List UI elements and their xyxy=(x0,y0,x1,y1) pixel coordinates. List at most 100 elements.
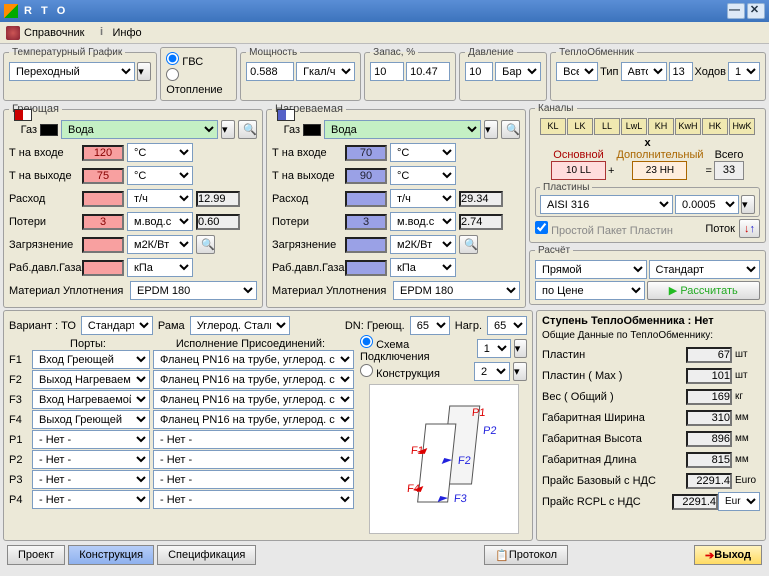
close-button[interactable]: ✕ xyxy=(747,3,765,19)
ch-KH[interactable]: KH xyxy=(648,118,674,135)
ch-HK[interactable]: HK xyxy=(702,118,728,135)
btn-protocol[interactable]: 📋 Протокол xyxy=(484,545,568,565)
menu-info[interactable]: i Инфо xyxy=(95,26,142,40)
exec-F3[interactable]: Фланец PN16 на трубе, углерод. с xyxy=(153,390,354,409)
hot-flow[interactable] xyxy=(82,191,124,207)
hot-tin[interactable] xyxy=(82,145,124,161)
cold-flow[interactable] xyxy=(345,191,387,207)
exec-P1[interactable]: - Нет - xyxy=(153,430,354,449)
hot-fluid-mag[interactable]: 🔍 xyxy=(238,120,257,139)
cold-loss-u[interactable]: м.вод.с xyxy=(390,212,456,231)
constr-dd[interactable]: ▾ xyxy=(513,362,527,381)
res-currency[interactable]: Euro xyxy=(718,492,760,511)
port-F2[interactable]: Выход Нагреваемой xyxy=(32,370,150,389)
reserve-out xyxy=(406,62,450,81)
heating-radio[interactable]: Отопление xyxy=(166,72,222,96)
cold-fluid-dd[interactable]: ▾ xyxy=(484,120,498,139)
exec-F1[interactable]: Фланец PN16 на трубе, углерод. с xyxy=(153,350,354,369)
temp-graph-select[interactable]: Переходный xyxy=(9,62,135,81)
calc-mode2[interactable]: Стандарт xyxy=(649,260,761,279)
ch-LL[interactable]: LL xyxy=(594,118,620,135)
port-P2[interactable]: - Нет - xyxy=(32,450,150,469)
cold-foul-mag[interactable]: 🔍 xyxy=(459,235,478,254)
cold-flow-u[interactable]: т/ч xyxy=(390,189,456,208)
var-dn1[interactable]: 65 xyxy=(410,316,450,335)
hot-fluid-dd[interactable]: ▾ xyxy=(221,120,235,139)
hot-loss[interactable] xyxy=(82,214,124,230)
hot-foul[interactable] xyxy=(82,237,124,253)
cold-tin[interactable] xyxy=(345,145,387,161)
temp-dd[interactable]: ▾ xyxy=(137,62,151,81)
calc-mode1[interactable]: Прямой xyxy=(535,260,647,279)
port-P3[interactable]: - Нет - xyxy=(32,470,150,489)
cold-fluid-mag[interactable]: 🔍 xyxy=(501,120,520,139)
exec-F2[interactable]: Фланец PN16 на трубе, углерод. с xyxy=(153,370,354,389)
cold-wp[interactable] xyxy=(345,260,387,276)
pressure-unit[interactable]: Бар xyxy=(495,62,541,81)
menu-ref[interactable]: Справочник xyxy=(6,26,85,40)
flow-button[interactable]: ↓↑ xyxy=(739,219,760,238)
plate-dd[interactable]: ▾ xyxy=(741,195,755,214)
ch-LK[interactable]: LK xyxy=(567,118,593,135)
power-value[interactable] xyxy=(246,62,294,81)
hot-foul-u[interactable]: м2К/Вт xyxy=(127,235,193,254)
radio-scheme[interactable]: Схема Подключения xyxy=(360,335,474,363)
plate-material[interactable]: AISI 316 xyxy=(540,195,673,214)
cold-tout-u[interactable]: °C xyxy=(390,166,456,185)
heat-all[interactable]: Все xyxy=(556,62,598,81)
port-F3[interactable]: Вход Нагреваемой xyxy=(32,390,150,409)
var-steel[interactable]: Углерод. Сталь xyxy=(190,316,290,335)
cold-foul[interactable] xyxy=(345,237,387,253)
radio-constr[interactable]: Конструкция xyxy=(360,364,440,380)
cold-fluid[interactable]: Вода xyxy=(324,120,481,139)
cold-tin-u[interactable]: °C xyxy=(390,143,456,162)
hot-tin-u[interactable]: °C xyxy=(127,143,193,162)
port-P4[interactable]: - Нет - xyxy=(32,490,150,509)
cold-loss[interactable] xyxy=(345,214,387,230)
cold-wp-u[interactable]: кПа xyxy=(390,258,456,277)
hot-flow-u[interactable]: т/ч xyxy=(127,189,193,208)
reserve-in[interactable] xyxy=(370,62,404,81)
tab-spec[interactable]: Спецификация xyxy=(157,545,256,565)
hot-mat[interactable]: EPDM 180 xyxy=(130,281,257,300)
hot-foul-mag[interactable]: 🔍 xyxy=(196,235,215,254)
hot-tout[interactable] xyxy=(82,168,124,184)
hot-tout-u[interactable]: °C xyxy=(127,166,193,185)
minimize-button[interactable]: — xyxy=(727,3,745,19)
tab-construction[interactable]: Конструкция xyxy=(68,545,154,565)
exec-P3[interactable]: - Нет - xyxy=(153,470,354,489)
hot-loss-u[interactable]: м.вод.с xyxy=(127,212,193,231)
hot-fluid[interactable]: Вода xyxy=(61,120,218,139)
ch-HwK[interactable]: HwK xyxy=(729,118,755,135)
cold-foul-u[interactable]: м2К/Вт xyxy=(390,235,456,254)
hot-wp-u[interactable]: кПа xyxy=(127,258,193,277)
ch-KwH[interactable]: KwH xyxy=(675,118,701,135)
var-std[interactable]: Стандарт xyxy=(81,316,153,335)
calc-button[interactable]: ▶ Рассчитать xyxy=(647,281,761,300)
cold-tout[interactable] xyxy=(345,168,387,184)
port-F4[interactable]: Выход Греющей xyxy=(32,410,150,429)
exec-P4[interactable]: - Нет - xyxy=(153,490,354,509)
tab-project[interactable]: Проект xyxy=(7,545,65,565)
exec-F4[interactable]: Фланец PN16 на трубе, углерод. с xyxy=(153,410,354,429)
heat-type[interactable]: Авто xyxy=(621,62,667,81)
gvs-radio[interactable]: ГВС xyxy=(166,56,203,68)
ch-LwL[interactable]: LwL xyxy=(621,118,647,135)
simple-pack-check[interactable]: Простой Пакет Пластин xyxy=(535,221,673,237)
ch-KL[interactable]: KL xyxy=(540,118,566,135)
pressure-val[interactable] xyxy=(465,62,493,81)
scheme-dd[interactable]: ▾ xyxy=(514,339,527,358)
exec-P2[interactable]: - Нет - xyxy=(153,450,354,469)
calc-sort[interactable]: по Цене xyxy=(535,281,645,300)
hot-wp[interactable] xyxy=(82,260,124,276)
power-unit[interactable]: Гкал/ч xyxy=(296,62,355,81)
var-dn2[interactable]: 65 xyxy=(487,316,527,335)
scheme-n[interactable]: 1 xyxy=(477,339,511,358)
plate-thickness[interactable]: 0.0005 xyxy=(675,195,739,214)
cold-mat[interactable]: EPDM 180 xyxy=(393,281,520,300)
heat-moves[interactable]: 1 xyxy=(728,62,760,81)
constr-n[interactable]: 2 xyxy=(474,362,510,381)
port-F1[interactable]: Вход Греющей xyxy=(32,350,150,369)
btn-exit[interactable]: ➔Выход xyxy=(694,545,762,565)
port-P1[interactable]: - Нет - xyxy=(32,430,150,449)
